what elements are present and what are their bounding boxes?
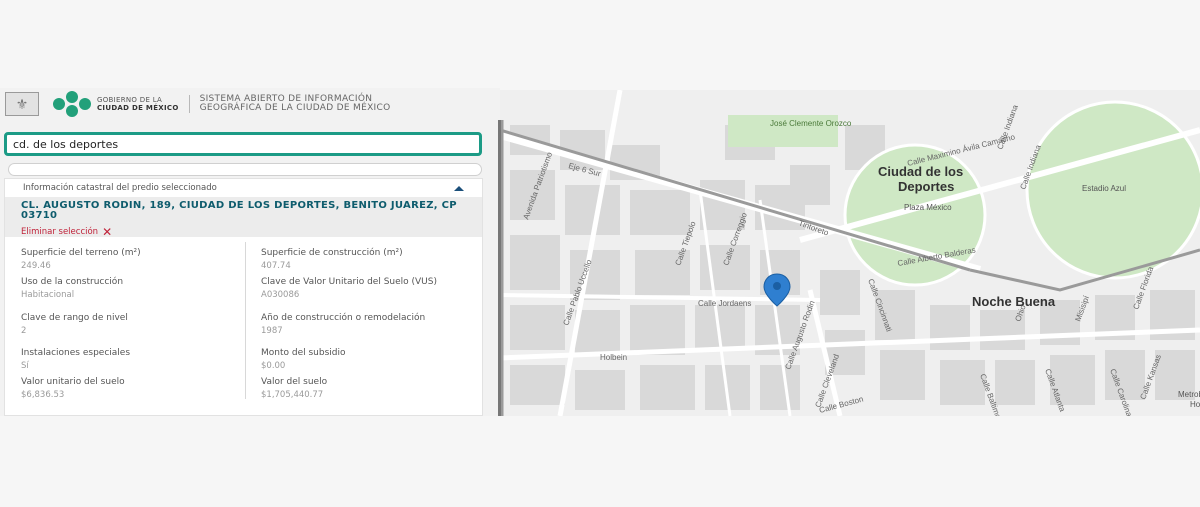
collapse-caret-icon[interactable] [454,185,464,191]
header-divider [188,95,190,113]
field-label: Valor unitario del suelo [21,377,125,387]
map-canvas[interactable]: José Clemente Orozco Ciudad de los Depor… [500,90,1200,416]
side-panel: Información catastral del predio selecci… [0,120,500,416]
address-block: CL. AUGUSTO RODIN, 189, CIUDAD DE LOS DE… [5,197,482,239]
field-value: $6,836.53 [21,390,65,400]
street-label-holbein: Holbein [600,353,627,362]
search-box[interactable] [4,132,482,156]
system-title-line-2: GEOGRÁFICA DE LA CIUDAD DE MÉXICO [199,103,391,113]
field-subsidy-amount: Monto del subsidio $0.00 [261,348,476,372]
metro-label-2: Ho [1190,400,1200,409]
search-input[interactable] [7,135,479,154]
field-label: Superficie de construcción (m²) [261,248,403,258]
field-value: 1987 [261,326,283,336]
coat-of-arms-icon: ⚜ [5,92,39,116]
field-label: Monto del subsidio [261,348,346,358]
field-label: Valor del suelo [261,377,328,387]
field-label: Uso de la construcción [21,277,124,287]
cadastral-fields: Superficie del terreno (m²) 249.46 Super… [5,237,482,417]
property-address: CL. AUGUSTO RODIN, 189, CIUDAD DE LOS DE… [21,200,457,221]
gov-line-2: CIUDAD DE MÉXICO [97,104,179,112]
field-label: Clave de rango de nivel [21,313,128,323]
cadastral-info-title: Información catastral del predio selecci… [23,183,217,193]
field-value: A030086 [261,290,300,300]
field-special-installations: Instalaciones especiales Sí [21,348,236,372]
close-icon: ✕ [102,225,113,239]
map-divider [498,120,501,416]
field-land-area: Superficie del terreno (m²) 249.46 [21,248,236,272]
field-label: Superficie del terreno (m²) [21,248,141,258]
map-view[interactable]: José Clemente Orozco Ciudad de los Depor… [500,90,1200,416]
cdmx-flower-icon [53,91,91,117]
remove-selection-label: Eliminar selección [21,227,99,237]
neighborhood-label-2: Noche Buena [972,294,1056,309]
field-construction-area: Superficie de construcción (m²) 407.74 [261,248,476,272]
field-label: Clave de Valor Unitario del Suelo (VUS) [261,277,437,287]
field-label: Instalaciones especiales [21,348,131,358]
field-label: Año de construcción o remodelación [261,313,426,323]
field-vus-key: Clave de Valor Unitario del Suelo (VUS) … [261,277,476,301]
remove-selection-link[interactable]: Eliminar selección ✕ [21,225,113,239]
field-value: 2 [21,326,27,336]
field-value: 249.46 [21,261,51,271]
park-label: José Clemente Orozco [770,119,852,128]
field-level-range: Clave de rango de nivel 2 [21,313,236,337]
location-pin-icon[interactable] [763,273,791,307]
metro-label-1: Metrobú [1178,390,1200,399]
field-value: $0.00 [261,361,286,371]
field-land-unit-value: Valor unitario del suelo $6,836.53 [21,377,236,401]
field-land-value: Valor del suelo $1,705,440.77 [261,377,476,401]
field-value: 407.74 [261,261,291,271]
gov-line-1: GOBIERNO DE LA [97,96,163,104]
field-value: $1,705,440.77 [261,390,324,400]
results-bar[interactable] [8,163,482,176]
field-construction-year: Año de construcción o remodelación 1987 [261,313,431,337]
stadium-label-2: Estadio Azul [1082,184,1126,193]
cadastral-info-card: Información catastral del predio selecci… [4,178,483,416]
cdmx-logo[interactable]: GOBIERNO DE LA CIUDAD DE MÉXICO [53,91,179,117]
field-value: Sí [21,361,29,371]
app-header: ⚜ GOBIERNO DE LA CIUDAD DE MÉXICO SISTEM… [0,88,500,120]
neighborhood-label-1a: Ciudad de los [878,164,963,179]
street-label-jordaens: Calle Jordaens [698,299,751,308]
column-divider [245,242,246,399]
field-construction-use: Uso de la construcción Habitacional [21,277,236,301]
stadium-label-1: Plaza México [904,203,952,212]
system-title: SISTEMA ABIERTO DE INFORMACIÓN GEOGRÁFIC… [200,95,391,113]
field-value: Habitacional [21,290,75,300]
cadastral-info-header[interactable]: Información catastral del predio selecci… [5,179,482,197]
government-name: GOBIERNO DE LA CIUDAD DE MÉXICO [97,96,179,112]
neighborhood-label-1b: Deportes [898,179,954,194]
